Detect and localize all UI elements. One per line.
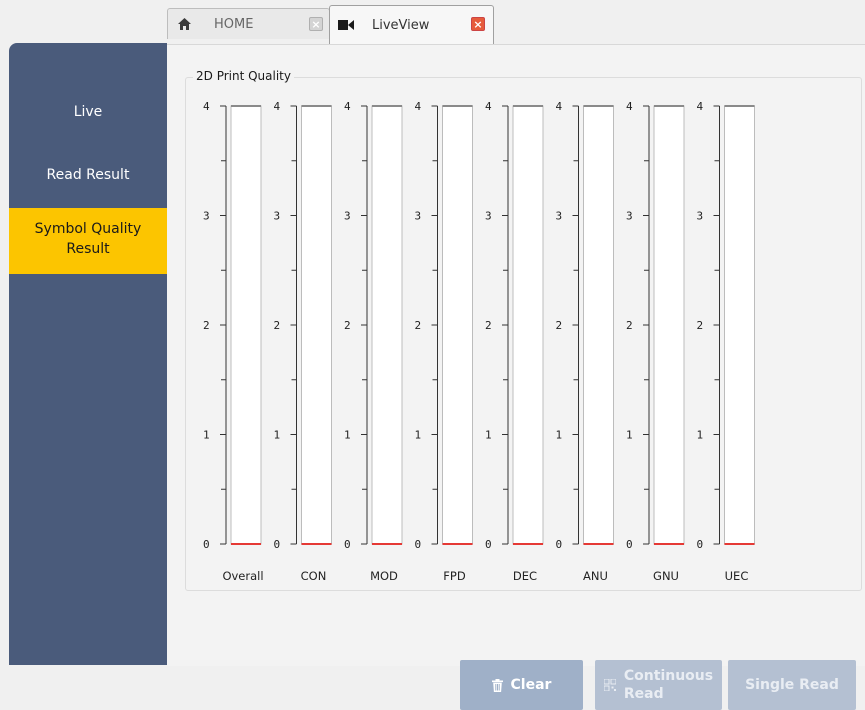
clear-button[interactable]: Clear <box>460 660 583 710</box>
continuous-read-label: Read <box>623 686 664 702</box>
tick-label: 1 <box>485 429 492 442</box>
single-read-button[interactable]: Single Read <box>728 660 856 710</box>
tick-label: 2 <box>697 319 704 332</box>
bar-track <box>512 105 544 545</box>
sidebar: Live Read Result Symbol Quality Result <box>9 43 167 665</box>
tick-label: 2 <box>415 319 422 332</box>
qr-code-icon <box>603 679 616 691</box>
tick-label: 3 <box>203 210 210 223</box>
tick-label: 2 <box>274 319 281 332</box>
tick-label: 3 <box>626 210 633 223</box>
sidebar-item-label: Result <box>66 241 110 257</box>
tick-label: 2 <box>344 319 351 332</box>
tick-label: 0 <box>203 538 210 551</box>
tick-label: 4 <box>485 100 492 113</box>
tick-label: 0 <box>626 538 633 551</box>
category-label: ANU <box>583 569 608 583</box>
tick-label: 0 <box>485 538 492 551</box>
tick-label: 4 <box>203 100 210 113</box>
tick-label: 0 <box>556 538 563 551</box>
bar-track <box>230 105 262 545</box>
tick-label: 1 <box>556 429 563 442</box>
category-label: UEC <box>725 569 749 583</box>
video-camera-icon <box>338 17 354 33</box>
sidebar-item-symbol-quality-result[interactable]: Symbol Quality Result <box>9 208 167 274</box>
tab-home-label: HOME <box>214 16 254 32</box>
main-panel: 2D Print Quality 0 1 2 3 4 Overall 0 1 2 3 4 CON 0 1 2… <box>167 44 865 710</box>
tick-label: 3 <box>415 210 422 223</box>
bar-track <box>301 105 332 545</box>
print-quality-chart: 0 1 2 3 4 Overall 0 1 2 3 4 CON 0 1 2 3 4 MOD 0 1 2 3 4 FPD 0 1 2 3… <box>203 100 755 583</box>
tick-label: 3 <box>344 210 351 223</box>
tick-label: 4 <box>274 100 281 113</box>
tick-label: 0 <box>344 538 351 551</box>
tab-liveview[interactable]: LiveView × <box>329 5 494 44</box>
tick-label: 2 <box>556 319 563 332</box>
tick-label: 2 <box>485 319 492 332</box>
sidebar-item-label: Live <box>73 104 103 120</box>
tick-label: 3 <box>697 210 704 223</box>
tick-label: 1 <box>415 429 422 442</box>
tick-label: 1 <box>626 429 633 442</box>
clear-button-label: Clear <box>510 677 552 693</box>
tab-home-close-icon[interactable]: × <box>309 17 323 31</box>
tab-home[interactable]: HOME × <box>167 8 330 39</box>
tick-label: 1 <box>344 429 351 442</box>
sidebar-item-label: Symbol Quality <box>34 221 142 237</box>
category-label: Overall <box>222 569 263 583</box>
tick-label: 3 <box>485 210 492 223</box>
tick-label: 4 <box>415 100 422 113</box>
trash-icon <box>491 678 503 692</box>
bar-track <box>653 105 685 545</box>
tick-label: 2 <box>626 319 633 332</box>
tick-label: 1 <box>274 429 281 442</box>
category-label: MOD <box>370 569 398 583</box>
tab-bar: HOME × LiveView × <box>0 0 865 44</box>
category-label: GNU <box>653 569 679 583</box>
bar-track <box>583 105 614 545</box>
tick-label: 0 <box>415 538 422 551</box>
bar-track <box>442 105 473 545</box>
continuous-read-label: Continuous <box>623 668 714 684</box>
sidebar-item-live[interactable]: Live <box>9 98 167 126</box>
tick-label: 4 <box>697 100 704 113</box>
tab-liveview-close-icon[interactable]: × <box>471 17 485 31</box>
tick-label: 0 <box>274 538 281 551</box>
tick-label: 1 <box>697 429 704 442</box>
tick-label: 1 <box>203 429 210 442</box>
tick-label: 4 <box>556 100 563 113</box>
sidebar-item-read-result[interactable]: Read Result <box>9 161 167 189</box>
tab-liveview-label: LiveView <box>372 17 430 33</box>
tick-label: 2 <box>203 319 210 332</box>
category-label: FPD <box>443 569 466 583</box>
single-read-label: Single Read <box>745 677 839 693</box>
bar-track <box>371 105 403 545</box>
tick-label: 4 <box>344 100 351 113</box>
tick-label: 3 <box>556 210 563 223</box>
tick-label: 4 <box>626 100 633 113</box>
tick-label: 0 <box>697 538 704 551</box>
home-icon <box>176 16 192 32</box>
print-quality-group: 2D Print Quality 0 1 2 3 4 Overall 0 1 2 3 4 CON 0 1 2… <box>185 69 862 591</box>
category-label: CON <box>301 569 327 583</box>
category-label: DEC <box>513 569 537 583</box>
tick-label: 3 <box>274 210 281 223</box>
sidebar-item-label: Read Result <box>46 167 130 183</box>
continuous-read-button[interactable]: Continuous Read <box>595 660 722 710</box>
bar-track <box>724 105 755 545</box>
